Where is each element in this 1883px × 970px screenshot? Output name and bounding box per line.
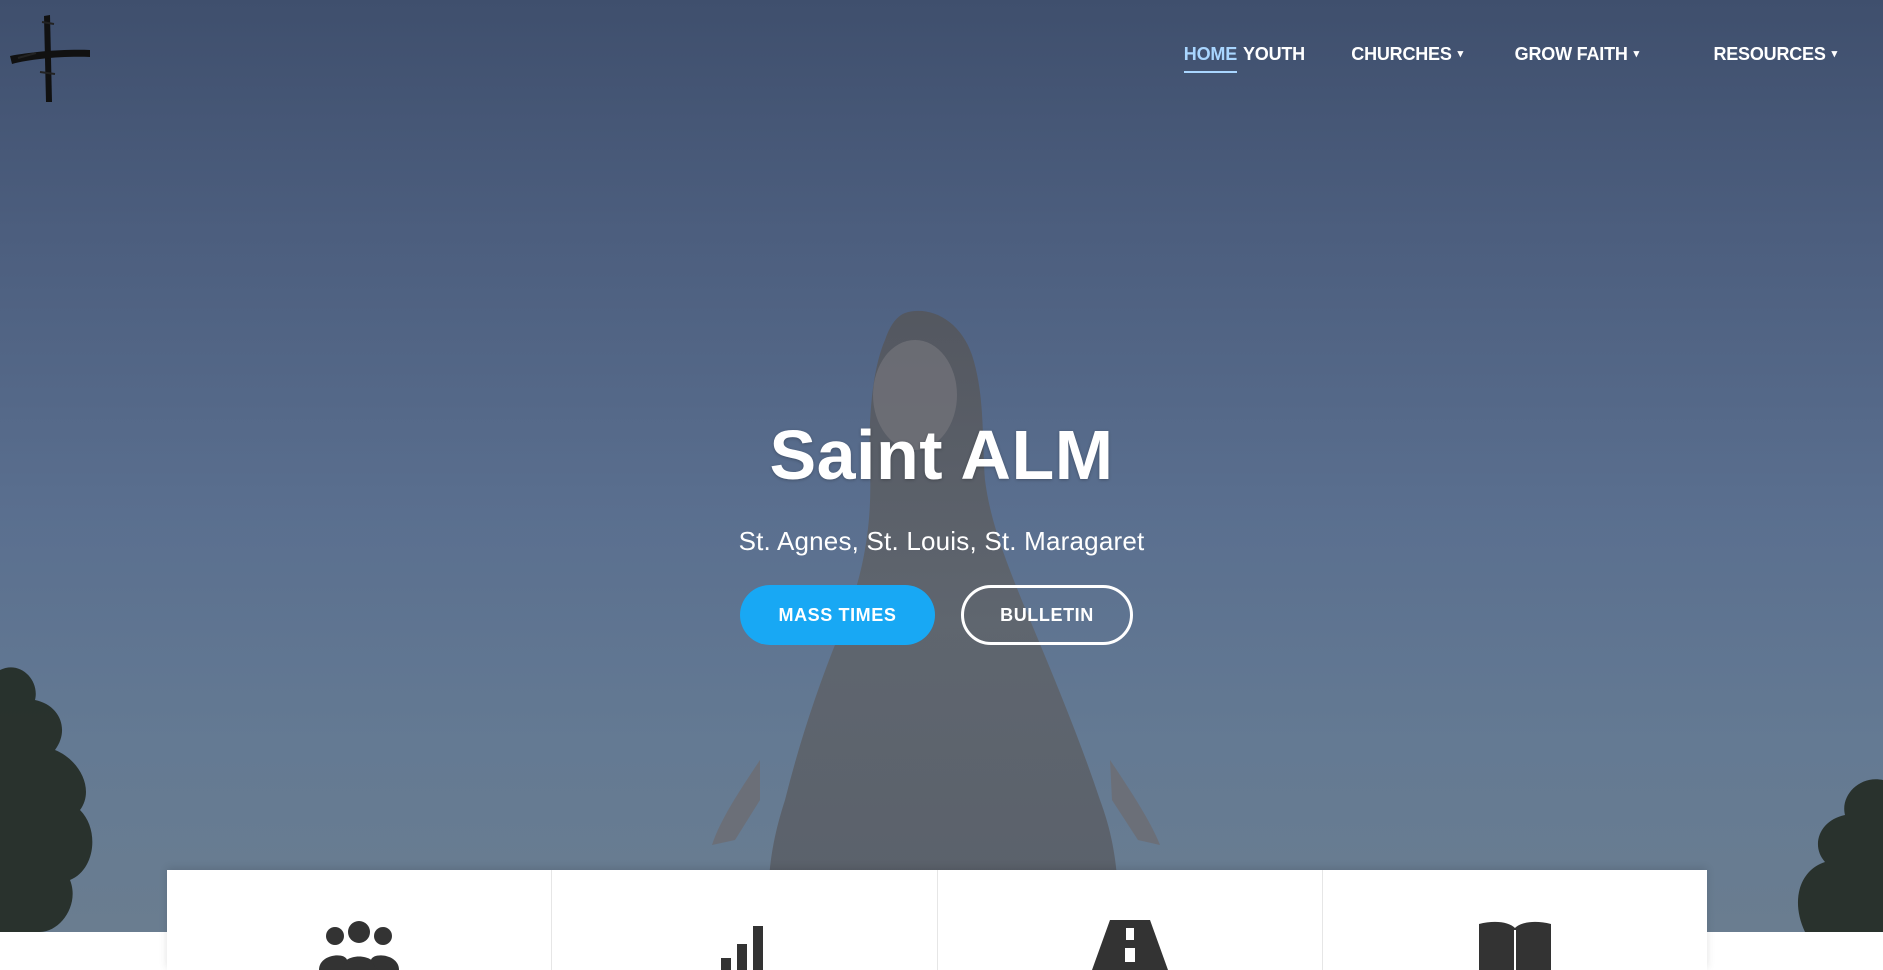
people-icon <box>319 921 400 970</box>
bulletin-button[interactable]: BULLETIN <box>961 585 1133 645</box>
feature-cards <box>167 870 1707 970</box>
mass-times-button[interactable]: MASS TIMES <box>740 585 935 645</box>
nav-youth[interactable]: YOUTH <box>1243 44 1305 65</box>
page-subtitle: St. Agnes, St. Louis, St. Maragaret <box>738 526 1145 556</box>
nav-churches[interactable]: CHURCHES ▾ <box>1351 44 1463 65</box>
book-icon <box>1478 921 1551 970</box>
nav-home[interactable]: HOME <box>1183 44 1238 73</box>
nav-resources-label: RESOURCES <box>1713 44 1826 64</box>
signal-bars-icon <box>721 926 764 970</box>
feature-card-people[interactable] <box>167 870 553 970</box>
nav-home-label: HOME <box>1183 44 1237 64</box>
chevron-down-icon: ▾ <box>1831 47 1838 60</box>
nav-churches-label: CHURCHES <box>1351 44 1452 64</box>
nav-youth-label: YOUTH <box>1242 44 1305 64</box>
road-icon <box>1091 920 1168 970</box>
feature-card-signal[interactable] <box>552 870 938 970</box>
nav-grow-faith[interactable]: GROW FAITH ▾ <box>1514 44 1640 65</box>
nav-grow-faith-label: GROW FAITH <box>1514 44 1628 64</box>
page-title: Saint ALM <box>769 416 1114 494</box>
cross-logo-icon[interactable] <box>6 12 92 104</box>
chevron-down-icon: ▾ <box>1633 47 1640 60</box>
feature-card-book[interactable] <box>1323 870 1707 970</box>
chevron-down-icon: ▾ <box>1457 47 1464 60</box>
nav-resources[interactable]: RESOURCES ▾ <box>1713 44 1837 65</box>
feature-card-road[interactable] <box>938 870 1323 970</box>
hero-section: HOME YOUTH CHURCHES ▾ GROW FAITH ▾ RESOURC… <box>0 0 1883 932</box>
